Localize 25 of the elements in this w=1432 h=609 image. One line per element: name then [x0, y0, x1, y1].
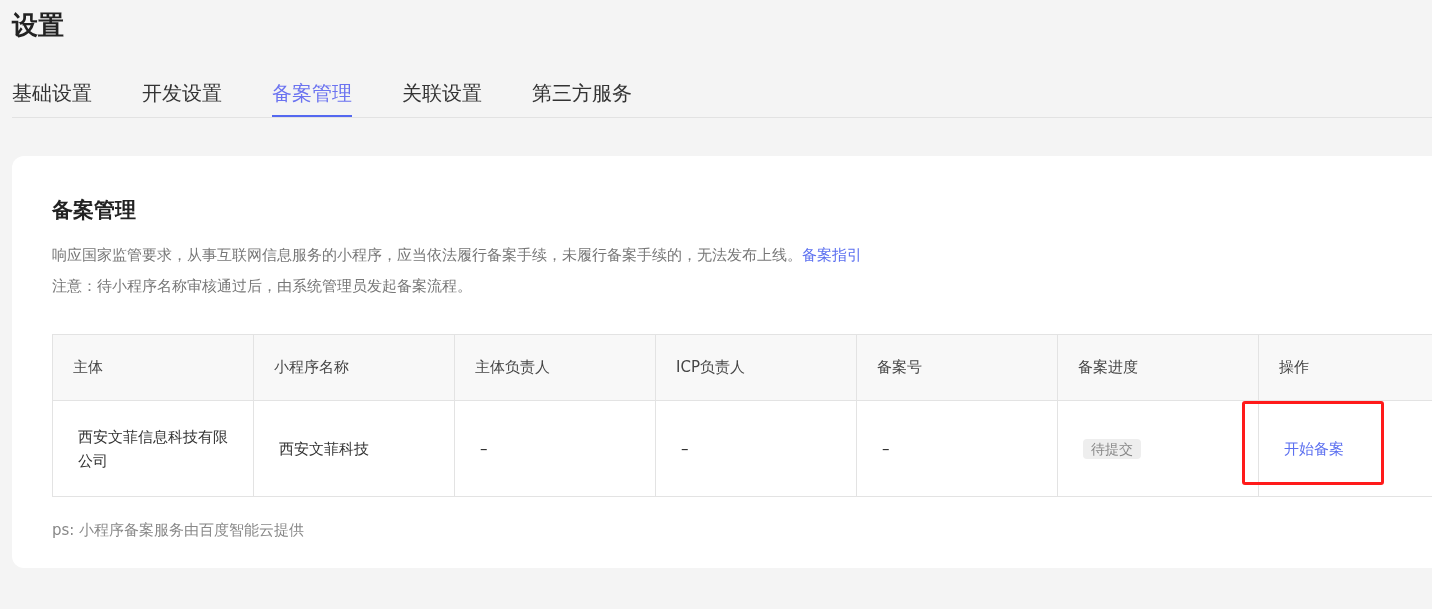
section-title: 备案管理 — [52, 197, 137, 224]
tab[interactable]: 第三方服务 — [532, 80, 632, 117]
guide-link[interactable]: 备案指引 — [802, 246, 862, 264]
start-filing-link[interactable]: 开始备案 — [1284, 439, 1344, 458]
status-tag: 待提交 — [1083, 438, 1141, 459]
column-header: 备案号 — [856, 334, 1058, 401]
tab[interactable]: 基础设置 — [12, 80, 92, 117]
column-header: ICP负责人 — [655, 334, 857, 401]
column-header: 操作 — [1258, 334, 1432, 401]
column-header: 备案进度 — [1057, 334, 1259, 401]
tab[interactable]: 开发设置 — [142, 80, 222, 117]
tab[interactable]: 关联设置 — [402, 80, 482, 117]
table-cell: – — [856, 400, 1058, 497]
footnote-text: ps: 小程序备案服务由百度智能云提供 — [52, 521, 306, 540]
page-title: 设置 — [12, 9, 65, 42]
column-header: 主体 — [52, 334, 254, 401]
tab[interactable]: 备案管理 — [272, 80, 352, 117]
table-cell: – — [454, 400, 656, 497]
table-cell: – — [655, 400, 857, 497]
column-header: 小程序名称 — [253, 334, 455, 401]
note-text: 注意：待小程序名称审核通过后，由系统管理员发起备案流程。 — [52, 276, 473, 297]
table-cell: 西安文菲科技 — [253, 400, 455, 497]
table-cell: 西安文菲信息科技有限公司 — [52, 400, 254, 497]
notice-text: 响应国家监管要求，从事互联网信息服务的小程序，应当依法履行备案手续，未履行备案手续的，无法发布上线。备案指引 — [52, 245, 863, 266]
column-header: 主体负责人 — [454, 334, 656, 401]
